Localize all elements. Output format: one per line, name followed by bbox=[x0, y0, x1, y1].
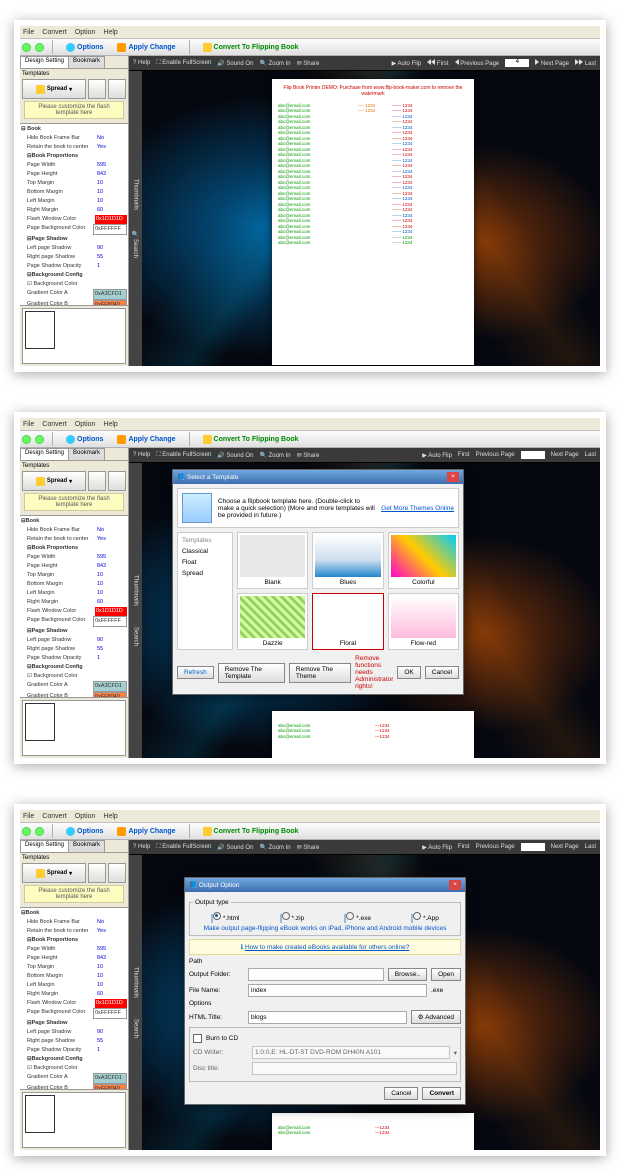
remove-template-button[interactable]: Remove The Template bbox=[218, 663, 285, 683]
autoflip-button[interactable]: ▶ Auto Flip bbox=[392, 60, 422, 67]
options-button[interactable]: Options bbox=[61, 40, 108, 54]
app-window-template-dialog: FileConvertOptionHelp Options Apply Chan… bbox=[14, 412, 606, 764]
tab-bookmark[interactable]: Bookmark bbox=[68, 56, 105, 68]
radio-html[interactable] bbox=[213, 912, 221, 920]
thumbnails-tab[interactable]: Thumbnails bbox=[133, 179, 139, 210]
mobile-note: Make output page-flipping eBook works on… bbox=[193, 925, 457, 932]
menu-help[interactable]: Help bbox=[103, 29, 117, 36]
radio-exe[interactable] bbox=[346, 912, 354, 920]
template-card-colorful[interactable]: Colorful bbox=[388, 532, 459, 589]
first-page-button[interactable]: First bbox=[427, 59, 448, 67]
template-card-dazzle[interactable]: Dazzle bbox=[237, 593, 308, 650]
next-page-button[interactable]: Next Page bbox=[535, 59, 569, 67]
browse-button[interactable]: Browse.. bbox=[388, 968, 427, 981]
ok-button[interactable]: OK bbox=[397, 666, 420, 679]
remove-theme-button[interactable]: Remove The Theme bbox=[289, 663, 351, 683]
radio-app[interactable] bbox=[413, 912, 421, 920]
template-export-button[interactable] bbox=[108, 79, 126, 99]
burn-cd-checkbox[interactable] bbox=[193, 1034, 202, 1043]
nav-back-icon[interactable] bbox=[22, 43, 31, 52]
prev-page-button[interactable]: Previous Page bbox=[455, 59, 500, 67]
menu-file[interactable]: File bbox=[23, 29, 34, 36]
fullscreen-button[interactable]: ⛶ Enable FullScreen bbox=[156, 60, 211, 67]
menu-convert[interactable]: Convert bbox=[42, 29, 67, 36]
howto-link[interactable]: How to make created eBooks available for… bbox=[245, 944, 409, 951]
preview-stage: ? Help ⛶ Enable FullScreen 🔊 Sound On 🔍 … bbox=[129, 56, 600, 366]
template-card-blank[interactable]: Blank bbox=[237, 532, 308, 589]
dialog-title: 📘 Select a Template bbox=[177, 473, 238, 481]
template-hint: Choose a flipbook template here. (Double… bbox=[218, 498, 375, 519]
template-category-list[interactable]: Templates Classical Float Spread bbox=[177, 532, 233, 650]
sidebar: Design Setting Bookmark Templates Spread… bbox=[20, 56, 129, 366]
admin-warning: Remove functions needs Administrator rig… bbox=[355, 655, 393, 690]
search-tab[interactable]: 🔍 Search bbox=[132, 230, 139, 258]
convert-button[interactable]: Convert bbox=[422, 1087, 461, 1100]
close-icon[interactable]: × bbox=[449, 880, 461, 890]
info-icon: ℹ bbox=[241, 944, 243, 951]
share-button[interactable]: ✉ Share bbox=[297, 60, 320, 67]
preview-toolbar: ? Help ⛶ Enable FullScreen 🔊 Sound On 🔍 … bbox=[129, 56, 600, 71]
demo-watermark: Flip Book Printer DEMO: Purchase from ww… bbox=[278, 85, 468, 97]
file-name-input[interactable]: index bbox=[248, 984, 427, 997]
disc-title-input[interactable] bbox=[252, 1062, 457, 1075]
app-window-output-dialog: FileConvertOptionHelp Options Apply Chan… bbox=[14, 804, 606, 1156]
tab-design-setting[interactable]: Design Setting bbox=[20, 56, 69, 68]
cancel-button[interactable]: Cancel bbox=[384, 1087, 418, 1100]
convert-button[interactable]: Convert To Flipping Book bbox=[198, 40, 304, 54]
open-button[interactable]: Open bbox=[431, 968, 461, 981]
nav-fwd-icon[interactable] bbox=[35, 43, 44, 52]
template-card-floral[interactable]: Floral bbox=[312, 593, 383, 650]
page-number-input[interactable]: 4 bbox=[505, 59, 529, 67]
radio-zip[interactable] bbox=[282, 912, 290, 920]
template-info-icon bbox=[182, 493, 212, 523]
last-page-button[interactable]: Last bbox=[575, 59, 596, 67]
apply-icon bbox=[117, 43, 126, 52]
output-option-dialog: 📘 Output Option× Output type *.html *.zi… bbox=[184, 877, 466, 1105]
zoom-button[interactable]: 🔍 Zoom In bbox=[259, 60, 290, 67]
preview-side-tabs: Thumbnails 🔍 Search bbox=[129, 71, 142, 366]
templates-label: Templates bbox=[22, 71, 126, 77]
book-icon bbox=[203, 43, 212, 52]
output-type-label: Output type bbox=[193, 899, 231, 906]
customize-hint: Please customize the flash template here bbox=[24, 101, 124, 119]
help-button[interactable]: ? Help bbox=[133, 60, 150, 66]
bubble-icon bbox=[66, 43, 75, 52]
toolbar: Options Apply Change Convert To Flipping… bbox=[20, 39, 600, 56]
apply-change-button[interactable]: Apply Change bbox=[112, 40, 180, 54]
sound-button[interactable]: 🔊 Sound On bbox=[217, 60, 253, 67]
spread-template-button[interactable]: Spread▾ bbox=[22, 79, 86, 99]
property-tree[interactable]: ⊟ Book Hide Book Frame BarNo Retain the … bbox=[20, 123, 128, 306]
output-folder-input[interactable] bbox=[248, 968, 384, 981]
cancel-button[interactable]: Cancel bbox=[425, 666, 459, 679]
advanced-button[interactable]: ⚙ Advanced bbox=[411, 1010, 461, 1024]
close-icon[interactable]: × bbox=[447, 472, 459, 482]
flipbook-page[interactable]: Flip Book Printer DEMO: Purchase from ww… bbox=[272, 79, 474, 365]
book-icon bbox=[36, 85, 45, 94]
template-import-button[interactable] bbox=[88, 79, 106, 99]
template-card-blues[interactable]: Blues bbox=[312, 532, 383, 589]
html-title-input[interactable]: blogs bbox=[248, 1011, 407, 1024]
refresh-button[interactable]: Refresh bbox=[177, 666, 214, 679]
select-template-dialog: 📘 Select a Template × Choose a flipbook t… bbox=[172, 469, 464, 695]
menu-option[interactable]: Option bbox=[75, 29, 96, 36]
menubar: File Convert Option Help bbox=[20, 26, 600, 39]
get-more-themes-link[interactable]: Get More Themes Online bbox=[381, 505, 454, 512]
template-card-flowred[interactable]: Flow-red bbox=[388, 593, 459, 650]
cd-writer-select[interactable]: 1:0:0,E: HL-DT-ST DVD-ROM DH40N A101 bbox=[252, 1046, 450, 1059]
app-window-main: File Convert Option Help Options Apply C… bbox=[14, 20, 606, 372]
preview-thumbnail bbox=[22, 308, 126, 364]
